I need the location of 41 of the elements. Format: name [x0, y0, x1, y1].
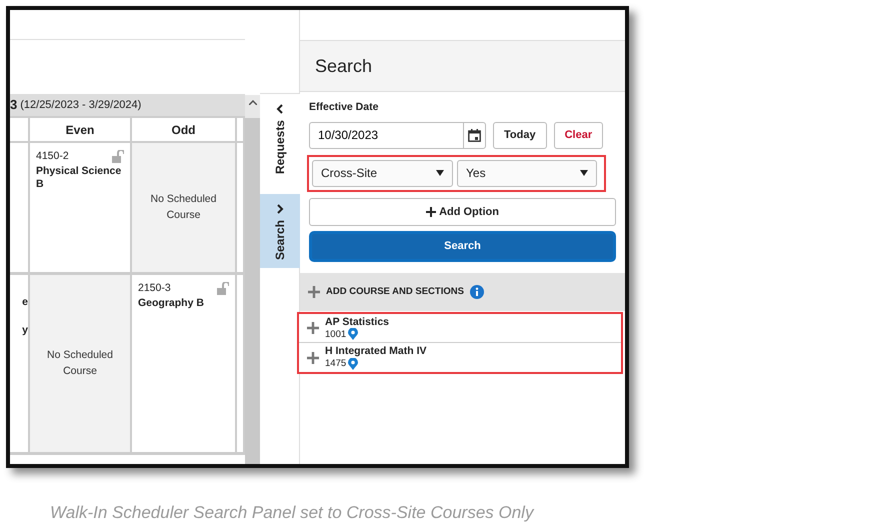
- plus-icon[interactable]: [307, 322, 319, 334]
- location-pin-icon: [348, 328, 358, 340]
- scroll-up-icon[interactable]: [248, 100, 256, 105]
- side-tab[interactable]: Search: [260, 194, 300, 268]
- filter-dropdown[interactable]: Cross-Site: [312, 160, 453, 187]
- today-button[interactable]: Today: [493, 122, 547, 149]
- caret-icon: [436, 170, 444, 176]
- info-icon[interactable]: [470, 284, 484, 299]
- course-number: 1001: [325, 328, 346, 340]
- field-label: Effective Date: [309, 100, 380, 115]
- search-button[interactable]: Search: [310, 232, 615, 261]
- term-dates: (12/25/2023 - 3/29/2024): [20, 98, 142, 113]
- add-option-button[interactable]: Add Option: [309, 198, 616, 226]
- caret-icon: [580, 170, 588, 176]
- course-name: Geography B: [138, 296, 205, 310]
- filter-dropdown[interactable]: Yes: [457, 160, 597, 187]
- chevron-icon: [276, 104, 284, 114]
- date-field[interactable]: 10/30/2023: [309, 122, 463, 149]
- course-name-fragment: y: [22, 322, 28, 338]
- course-name: H Integrated Math IV: [325, 345, 427, 358]
- course-name: Physical Science B: [36, 164, 122, 192]
- section-title: ADD COURSE AND SECTIONS: [326, 284, 464, 299]
- course-name-fragment: e: [22, 295, 28, 310]
- plus-icon: [426, 206, 436, 217]
- panel-title: Search: [300, 40, 625, 92]
- lock-icon[interactable]: [217, 282, 229, 295]
- term-number: 3: [10, 96, 18, 114]
- section-number: 2150-3: [138, 281, 171, 296]
- empty-period-text: No Scheduled Course: [150, 192, 218, 222]
- section-number: 4150-2: [36, 149, 69, 164]
- calendar-button[interactable]: [463, 122, 486, 149]
- clear-button[interactable]: Clear: [554, 122, 604, 149]
- empty-period-text: No Scheduled Course: [46, 348, 114, 378]
- plus-icon[interactable]: [307, 352, 319, 364]
- image-caption: Walk-In Scheduler Search Panel set to Cross-Site Courses Only: [50, 502, 534, 524]
- course-name: AP Statistics: [325, 316, 389, 328]
- course-number: 1475: [325, 358, 346, 370]
- calendar-icon[interactable]: [468, 128, 481, 142]
- plus-icon[interactable]: [308, 286, 320, 298]
- chevron-icon: [276, 204, 284, 214]
- lock-icon[interactable]: [112, 150, 124, 163]
